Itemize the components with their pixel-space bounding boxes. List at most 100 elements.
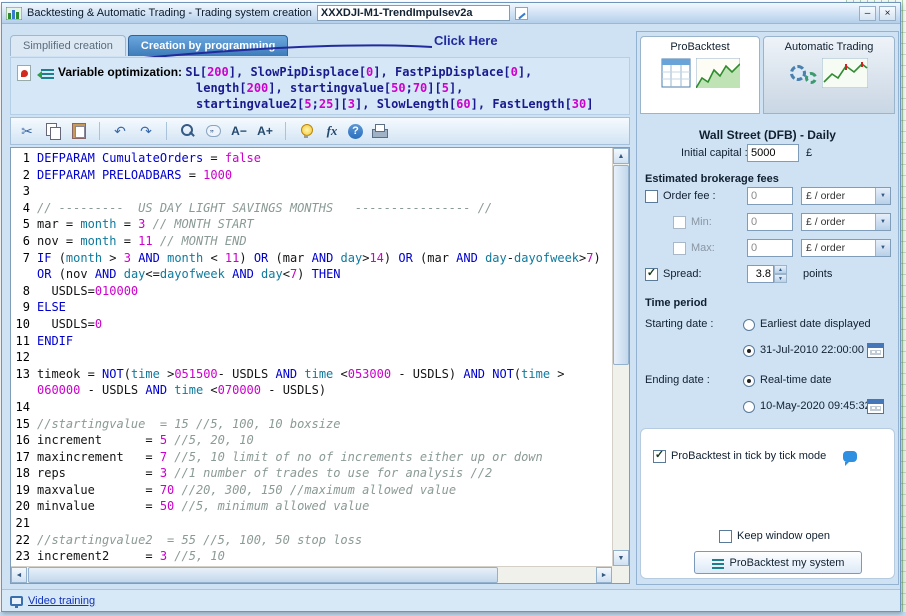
pdf-export-icon[interactable] — [17, 65, 31, 81]
code-line[interactable]: 14 — [11, 399, 612, 416]
order-fee-input[interactable] — [747, 187, 793, 205]
order-fee-unit-dropdown[interactable]: £ / order ▼ — [801, 187, 891, 205]
redo-icon[interactable]: ↷ — [136, 121, 156, 141]
tab-probacktest[interactable]: ProBacktest — [640, 36, 760, 114]
code-line[interactable]: 13 timeok = NOT(time >051500- USDLS AND t… — [11, 366, 612, 399]
realtime-date-radio[interactable] — [743, 375, 755, 387]
background-taskbar-strip — [0, 612, 906, 616]
variable-optimization-icon[interactable] — [37, 67, 54, 80]
dropdown-arrow-icon[interactable]: ▼ — [875, 240, 890, 256]
keep-window-open-checkbox[interactable] — [719, 530, 732, 543]
code-line[interactable]: 16 increment = 5 //5, 20, 10 — [11, 432, 612, 449]
spinner-up-button[interactable]: ▲ — [774, 265, 787, 274]
code-line[interactable]: 9 ELSE — [11, 299, 612, 316]
spinner-down-button[interactable]: ▼ — [774, 274, 787, 283]
code-line[interactable]: 1 DEFPARAM CumulateOrders = false — [11, 150, 612, 167]
max-fee-unit-dropdown[interactable]: £ / order ▼ — [801, 239, 891, 257]
code-line[interactable]: 20 minvalue = 50 //5, minimum allowed val… — [11, 498, 612, 515]
code-line[interactable]: 11 ENDIF — [11, 333, 612, 350]
tab-simplified-creation[interactable]: Simplified creation — [10, 35, 126, 56]
initial-capital-input[interactable] — [747, 144, 799, 162]
tab-automatic-trading[interactable]: Automatic Trading — [763, 36, 895, 114]
line-number: 7 — [22, 250, 30, 265]
min-fee-input[interactable] — [747, 213, 793, 231]
code-line[interactable]: 17 maxincrement = 7 //5, 10 limit of no o… — [11, 449, 612, 466]
order-fee-checkbox[interactable] — [645, 190, 658, 203]
code-line[interactable]: 22//startingvalue2 = 55 //5, 100, 50 sto… — [11, 532, 612, 549]
code-line[interactable]: 12 — [11, 349, 612, 366]
max-fee-checkbox[interactable] — [673, 242, 686, 255]
calendar-icon[interactable] — [867, 399, 884, 414]
code-lines[interactable]: 1 DEFPARAM CumulateOrders = false 2 DEFPARA… — [11, 148, 612, 566]
code-line[interactable]: 7 IF (month > 3 AND month < 11) OR (mar A… — [11, 250, 612, 283]
search-icon[interactable] — [177, 121, 197, 141]
tick-mode-checkbox[interactable]: ✓ — [653, 450, 666, 463]
cut-icon[interactable]: ✂ — [17, 121, 37, 141]
help-icon[interactable]: ? — [348, 123, 363, 139]
dropdown-arrow-icon[interactable]: ▼ — [875, 214, 890, 230]
earliest-date-radio[interactable] — [743, 319, 755, 331]
line-number: 4 — [22, 200, 30, 215]
scroll-right-button[interactable]: ► — [596, 567, 612, 583]
min-fee-checkbox[interactable] — [673, 216, 686, 229]
probacktest-my-system-button[interactable]: ProBacktest my system — [694, 551, 862, 574]
order-fee-label: Order fee : — [663, 190, 716, 202]
code-line[interactable]: 15//startingvalue = 15 //5, 100, 10 boxs… — [11, 416, 612, 433]
line-number: 8 — [22, 283, 30, 298]
start-date-radio[interactable] — [743, 345, 755, 357]
scroll-up-button[interactable]: ▲ — [613, 148, 629, 164]
ending-date-row: Ending date : Real-time date — [643, 371, 892, 391]
start-date-value-row: 31-Jul-2010 22:00:00 — [643, 341, 892, 361]
code-line[interactable]: 2 DEFPARAM PRELOADBARS = 1000 — [11, 167, 612, 184]
close-button[interactable]: × — [879, 5, 896, 21]
code-line[interactable]: 3 — [11, 183, 612, 200]
code-line[interactable]: 5 mar = month = 3 // MONTH START — [11, 216, 612, 233]
vertical-scroll-thumb[interactable] — [613, 165, 629, 365]
print-icon[interactable] — [369, 121, 389, 141]
scroll-down-button[interactable]: ▼ — [613, 550, 629, 566]
end-date-radio[interactable] — [743, 401, 755, 413]
video-training-link[interactable]: Video training — [28, 595, 95, 607]
fees-section-title: Estimated brokerage fees — [645, 173, 779, 185]
insert-function-icon[interactable]: fx — [322, 121, 342, 141]
dropdown-arrow-icon[interactable]: ▼ — [875, 188, 890, 204]
spread-checkbox[interactable]: ✓ — [645, 268, 658, 281]
increase-font-icon[interactable]: A+ — [255, 121, 275, 141]
minimize-button[interactable]: – — [859, 5, 876, 21]
spread-label: Spread: — [663, 268, 702, 280]
starting-date-row: Starting date : Earliest date displayed — [643, 315, 892, 335]
horizontal-scroll-thumb[interactable] — [28, 567, 498, 583]
max-fee-row: Max: £ / order ▼ — [643, 239, 892, 259]
undo-icon[interactable]: ↶ — [110, 121, 130, 141]
code-line[interactable]: 18 reps = 3 //1 number of trades to use f… — [11, 465, 612, 482]
system-name-input[interactable] — [316, 5, 510, 21]
decrease-font-icon[interactable]: A− — [229, 121, 249, 141]
vertical-scrollbar[interactable]: ▲ ▼ — [612, 148, 629, 566]
min-fee-unit-value: £ / order — [806, 216, 846, 228]
horizontal-scrollbar[interactable]: ◄ ► — [11, 566, 612, 583]
code-line[interactable]: 6 nov = month = 11 // MONTH END — [11, 233, 612, 250]
scroll-left-button[interactable]: ◄ — [11, 567, 27, 583]
tip-lightbulb-icon[interactable] — [296, 121, 316, 141]
code-line[interactable]: 10 USDLS=0 — [11, 316, 612, 333]
min-fee-unit-dropdown[interactable]: £ / order ▼ — [801, 213, 891, 231]
copy-icon[interactable] — [43, 121, 63, 141]
paste-icon[interactable] — [69, 121, 89, 141]
calendar-icon[interactable] — [867, 343, 884, 358]
edit-name-icon[interactable] — [514, 6, 528, 20]
line-number: 14 — [15, 399, 30, 414]
order-fee-unit-value: £ / order — [806, 190, 846, 202]
code-line[interactable]: 8 USDLS=010000 — [11, 283, 612, 300]
probacktest-button-icon — [711, 557, 724, 569]
code-line[interactable]: 23 increment2 = 3 //5, 10 — [11, 548, 612, 565]
code-line[interactable]: 19 maxvalue = 70 //20, 300, 150 //maximum… — [11, 482, 612, 499]
tab-creation-by-programming[interactable]: Creation by programming — [127, 35, 289, 56]
code-line[interactable]: 4// --------- US DAY LIGHT SAVINGS MONTH… — [11, 200, 612, 217]
code-line[interactable]: 21 — [11, 515, 612, 532]
comment-icon[interactable] — [203, 121, 223, 141]
chart-icon — [822, 58, 868, 88]
code-editor[interactable]: 1 DEFPARAM CumulateOrders = false 2 DEFPARA… — [10, 147, 630, 584]
max-fee-input[interactable] — [747, 239, 793, 257]
min-fee-label: Min: — [691, 216, 712, 228]
spread-input[interactable] — [747, 265, 774, 283]
